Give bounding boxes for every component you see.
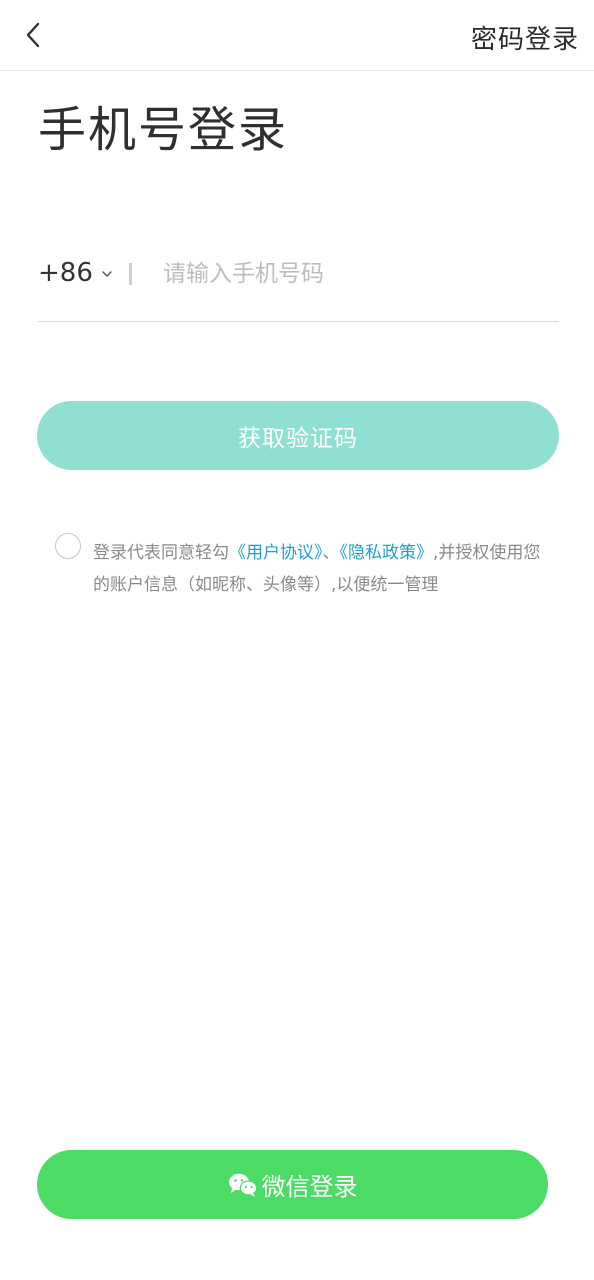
phone-number-input[interactable] — [163, 254, 543, 294]
phone-input-row: +86 — [38, 250, 559, 322]
agreement-separator: 、 — [322, 543, 340, 563]
country-code-selector[interactable]: +86 — [38, 258, 113, 288]
password-login-link[interactable]: 密码登录 — [471, 19, 579, 56]
wechat-icon — [228, 1173, 257, 1197]
chevron-left-icon — [26, 22, 40, 48]
country-code-label: +86 — [38, 258, 93, 288]
agreement-prefix: 登录代表同意轻勾 — [93, 543, 229, 563]
input-divider — [129, 263, 132, 285]
privacy-policy-link[interactable]: 《隐私政策》 — [340, 543, 434, 563]
page-title: 手机号登录 — [38, 102, 289, 158]
wechat-login-button[interactable]: 微信登录 — [37, 1150, 548, 1219]
wechat-login-label: 微信登录 — [261, 1173, 358, 1201]
chevron-down-icon — [102, 271, 112, 277]
get-verification-code-button[interactable]: 获取验证码 — [37, 401, 559, 470]
agreement-checkbox[interactable] — [55, 533, 81, 559]
agreement-text: 登录代表同意轻勾《用户协议》、《隐私政策》,并授权使用您的账户信息（如昵称、头像… — [93, 537, 553, 601]
user-agreement-link[interactable]: 《用户协议》 — [229, 543, 323, 563]
top-nav-bar: 密码登录 — [0, 0, 594, 71]
back-button[interactable] — [18, 20, 48, 50]
